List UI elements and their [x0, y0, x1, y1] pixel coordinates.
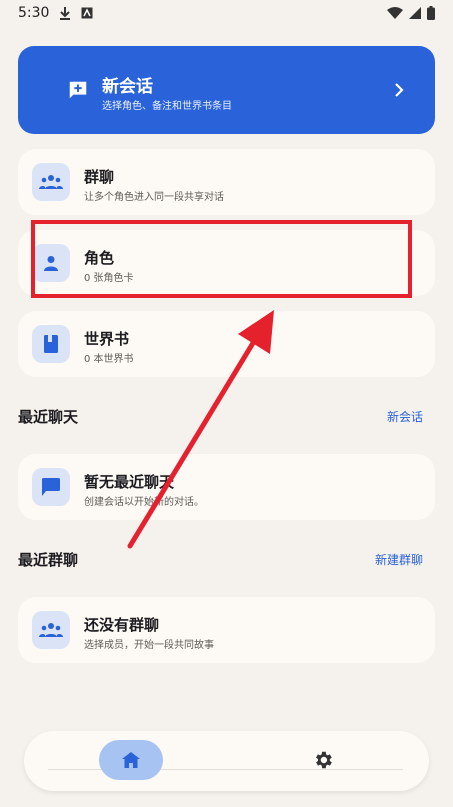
- lorebook-subtitle: 0 本世界书: [84, 354, 134, 365]
- new-chat-card[interactable]: 新会话 选择角色、备注和世界书条目: [18, 46, 435, 134]
- chat-icon-tile: [32, 468, 70, 506]
- group-icon: [39, 623, 63, 637]
- new-chat-link[interactable]: 新会话: [387, 408, 423, 425]
- chat-bubble-icon: [42, 478, 60, 496]
- status-bar: 5:30: [0, 0, 453, 26]
- group-chat-subtitle: 让多个角色进入同一段共享对话: [84, 192, 224, 203]
- chevron-right-icon: [395, 83, 404, 97]
- group-icon: [39, 175, 63, 189]
- lorebook-card[interactable]: 世界书 0 本世界书: [18, 311, 435, 377]
- book-icon-tile: [32, 325, 70, 363]
- recent-chats-empty-subtitle: 创建会话以开始新的对话。: [84, 497, 204, 508]
- recent-chats-empty-title: 暂无最近聊天: [84, 473, 175, 491]
- recent-groups-empty-subtitle: 选择成员，开始一段共同故事: [84, 640, 214, 651]
- group-chat-title: 群聊: [84, 168, 115, 186]
- wifi-icon: [387, 7, 403, 19]
- recent-chats-title: 最近聊天: [18, 408, 79, 426]
- status-time: 5:30: [18, 5, 50, 21]
- bottom-navigation: [24, 731, 429, 791]
- app-notification-icon: [81, 7, 93, 19]
- home-icon: [122, 752, 140, 768]
- lorebook-title: 世界书: [84, 330, 130, 348]
- nav-settings-button[interactable]: [311, 748, 335, 772]
- group-chat-card[interactable]: 群聊 让多个角色进入同一段共享对话: [18, 149, 435, 215]
- book-icon: [44, 335, 58, 353]
- recent-groups-empty-title: 还没有群聊: [84, 616, 160, 634]
- new-chat-title: 新会话: [102, 77, 153, 97]
- recent-groups-empty-card: 还没有群聊 选择成员，开始一段共同故事: [18, 597, 435, 663]
- new-chat-subtitle: 选择角色、备注和世界书条目: [102, 101, 232, 112]
- download-icon: [60, 7, 71, 20]
- nav-home-button[interactable]: [99, 740, 163, 780]
- new-group-link[interactable]: 新建群聊: [375, 551, 423, 568]
- signal-icon: [409, 7, 421, 19]
- gear-icon: [316, 751, 332, 769]
- battery-icon: [427, 6, 435, 20]
- annotation-highlight-box: [31, 220, 412, 298]
- group-icon-tile: [32, 163, 70, 201]
- add-comment-icon: [69, 81, 87, 99]
- recent-chats-empty-card: 暂无最近聊天 创建会话以开始新的对话。: [18, 454, 435, 520]
- group-icon-tile-2: [32, 611, 70, 649]
- recent-groups-title: 最近群聊: [18, 551, 79, 569]
